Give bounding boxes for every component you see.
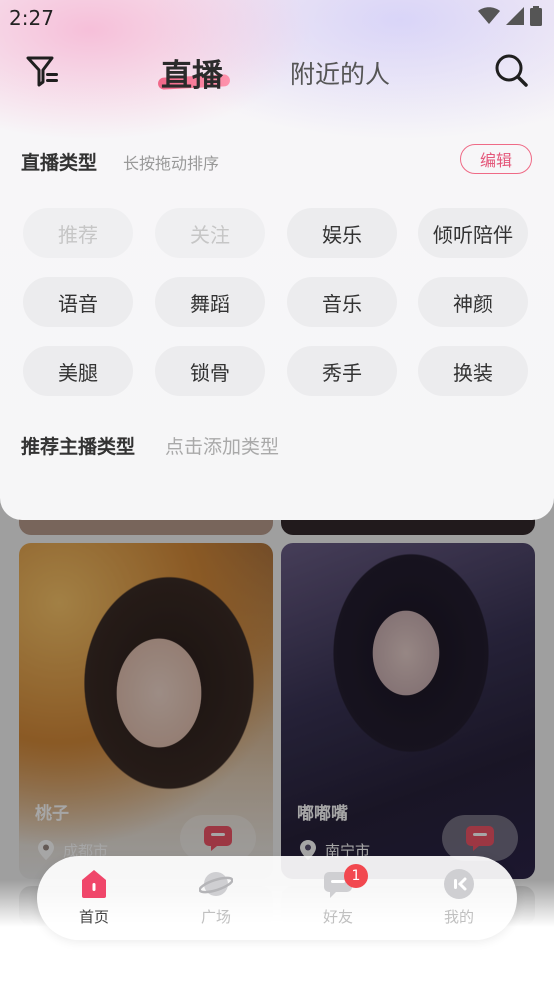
tag-chip[interactable]: 倾听陪伴	[418, 208, 528, 258]
nav-label: 首页	[78, 908, 109, 926]
tag-chip[interactable]: 美腿	[23, 346, 133, 396]
status-icons	[478, 6, 542, 26]
profile-icon	[444, 869, 474, 899]
tag-chip[interactable]: 换装	[418, 346, 528, 396]
bottom-nav: 首页 广场 1 好友 我的	[37, 856, 517, 940]
nav-label: 好友	[322, 908, 353, 926]
tag-chip[interactable]: 锁骨	[155, 346, 265, 396]
tab-live[interactable]: 直播	[161, 50, 223, 95]
tag-chip[interactable]: 语音	[23, 277, 133, 327]
tag-chip[interactable]: 音乐	[287, 277, 397, 327]
tag-chip[interactable]: 娱乐	[287, 208, 397, 258]
status-time: 2:27	[9, 6, 54, 30]
tag-chip[interactable]: 秀手	[287, 346, 397, 396]
home-icon	[82, 870, 106, 898]
wifi-icon	[478, 7, 500, 24]
live-type-panel: 2:27 直播 附近的人 直播类型 长按拖动排序 编辑 推荐 关注 娱乐 倾听陪…	[0, 0, 554, 520]
nav-label: 广场	[200, 908, 231, 926]
tab-nearby[interactable]: 附近的人	[290, 55, 390, 91]
nav-item-home[interactable]: 首页	[54, 868, 134, 927]
signal-icon	[506, 7, 524, 25]
edit-button[interactable]: 编辑	[460, 144, 532, 174]
live-type-hint: 长按拖动排序	[123, 154, 220, 173]
battery-icon	[530, 6, 542, 26]
tag-chip[interactable]: 神颜	[418, 277, 528, 327]
tag-chip: 关注	[155, 208, 265, 258]
nav-item-profile[interactable]: 我的	[419, 868, 499, 927]
tag-chip: 推荐	[23, 208, 133, 258]
recommend-title: 推荐主播类型	[21, 436, 136, 458]
nav-item-square[interactable]: 广场	[176, 868, 256, 927]
tag-chip[interactable]: 舞蹈	[155, 277, 265, 327]
nav-label: 我的	[443, 908, 474, 926]
filter-icon[interactable]	[24, 52, 62, 90]
live-type-title: 直播类型	[21, 152, 98, 174]
add-type-link[interactable]: 点击添加类型	[165, 432, 279, 459]
unread-badge: 1	[344, 864, 368, 888]
search-icon[interactable]	[493, 52, 529, 88]
planet-icon	[199, 872, 233, 896]
nav-item-friends[interactable]: 1 好友	[298, 864, 378, 927]
